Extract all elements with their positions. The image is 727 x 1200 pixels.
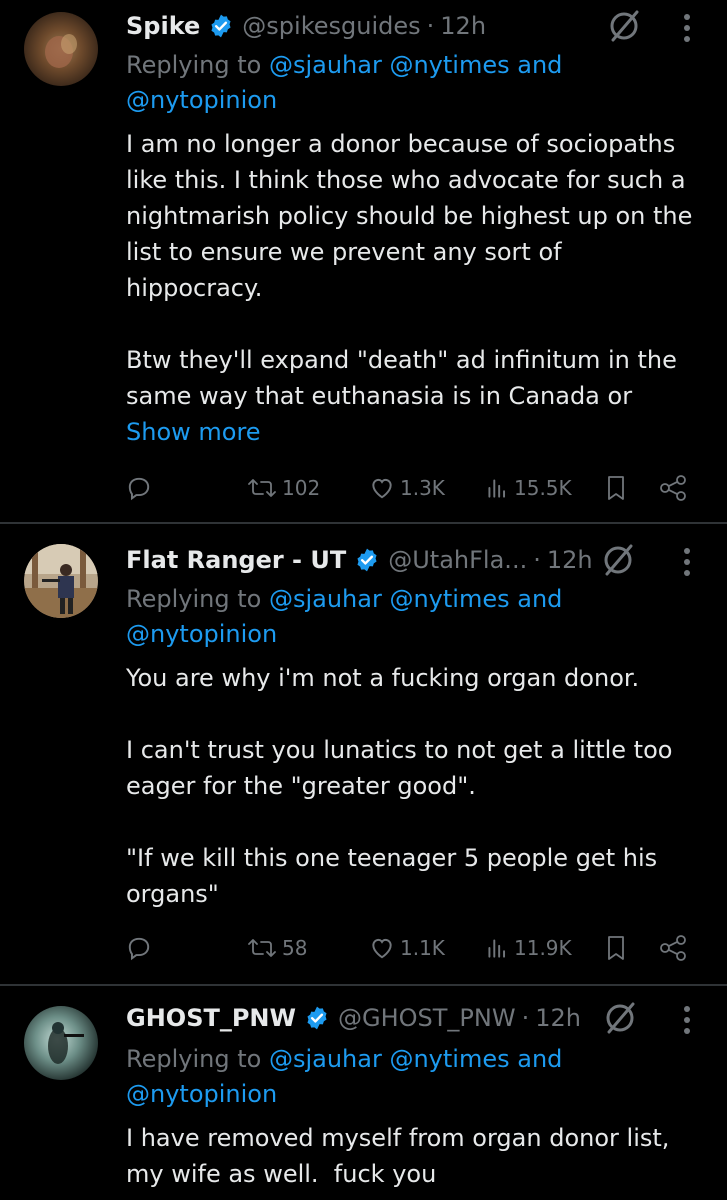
mention-link[interactable]: @nytimes xyxy=(389,51,509,79)
reply-button[interactable] xyxy=(126,468,156,508)
avatar[interactable] xyxy=(24,12,98,86)
like-icon xyxy=(372,478,392,499)
tweet-header: Flat Ranger - UT @UtahFla... · 12h xyxy=(126,542,593,578)
user-handle[interactable]: @GHOST_PNW xyxy=(338,1004,516,1032)
user-handle[interactable]: @UtahFla... xyxy=(388,546,527,574)
more-options-icon[interactable] xyxy=(680,1002,694,1038)
view-count: 15.5K xyxy=(514,476,572,500)
timestamp[interactable]: 12h xyxy=(440,12,486,40)
reply-icon xyxy=(128,477,150,501)
like-button[interactable]: 1.3K xyxy=(368,468,445,508)
retweet-icon xyxy=(248,939,276,957)
verified-badge-icon xyxy=(304,1005,330,1031)
tweet-text: I have removed myself from organ donor l… xyxy=(126,1120,706,1192)
separator-dot: · xyxy=(426,12,435,40)
text-line: I have removed myself from organ donor l… xyxy=(126,1124,670,1152)
mention-link[interactable]: @nytimes xyxy=(389,1045,509,1073)
text-line: list to ensure we prevent any sort of xyxy=(126,238,562,266)
tweet-text: You are why i'm not a fucking organ dono… xyxy=(126,660,706,912)
text-line: I can't trust you lunatics to not get a … xyxy=(126,736,673,764)
reply-icon xyxy=(128,937,150,961)
text-line: hippocracy. xyxy=(126,274,263,302)
timestamp[interactable]: 12h xyxy=(535,1004,581,1032)
mention-link[interactable]: @sjauhar xyxy=(269,51,382,79)
mention-link[interactable]: @nytopinion xyxy=(126,620,277,648)
text-line: my wife as well. fuck you xyxy=(126,1160,437,1188)
and-others-link[interactable]: and xyxy=(517,51,562,79)
text-line: organs" xyxy=(126,880,219,908)
text-line: eager for the "greater good". xyxy=(126,772,476,800)
mention-link[interactable]: @sjauhar xyxy=(269,1045,382,1073)
text-line: You are why i'm not a fucking organ dono… xyxy=(126,664,640,692)
bookmark-button[interactable] xyxy=(604,928,632,968)
mention-link[interactable]: @nytopinion xyxy=(126,1080,277,1108)
action-bar: 58 1.1K 11.9K xyxy=(126,928,696,968)
text-line: Btw they'll expand "death" ad infinitum … xyxy=(126,346,677,374)
tweet-header: GHOST_PNW @GHOST_PNW · 12h xyxy=(126,1000,581,1036)
avatar[interactable] xyxy=(24,1006,98,1080)
grok-icon[interactable] xyxy=(600,998,640,1038)
grok-icon[interactable] xyxy=(598,540,638,580)
replying-prefix: Replying to xyxy=(126,51,262,79)
like-count: 1.1K xyxy=(400,936,445,960)
separator-dot: · xyxy=(521,1004,530,1032)
views-button[interactable]: 15.5K xyxy=(484,468,572,508)
reply-button[interactable] xyxy=(126,928,156,968)
separator-dot: · xyxy=(533,546,541,574)
bookmark-icon xyxy=(608,936,624,960)
action-bar: 102 1.3K 15.5K xyxy=(126,468,696,508)
replying-to: Replying to @sjauhar @nytimes and @nytop… xyxy=(126,582,686,652)
tweet-header: Spike @spikesguides · 12h xyxy=(126,8,486,44)
text-line: like this. I think those who advocate fo… xyxy=(126,166,686,194)
bookmark-icon xyxy=(608,476,624,500)
view-count: 11.9K xyxy=(514,936,572,960)
tweet-3[interactable]: GHOST_PNW @GHOST_PNW · 12h Replying to @… xyxy=(0,986,727,1200)
mention-link[interactable]: @sjauhar xyxy=(269,585,382,613)
display-name[interactable]: GHOST_PNW xyxy=(126,1004,296,1032)
retweet-count: 102 xyxy=(282,476,321,500)
avatar[interactable] xyxy=(24,544,98,618)
timestamp[interactable]: 12h xyxy=(547,546,593,574)
more-options-icon[interactable] xyxy=(680,10,694,46)
views-button[interactable]: 11.9K xyxy=(484,928,572,968)
bookmark-button[interactable] xyxy=(604,468,632,508)
text-line: nightmarish policy should be highest up … xyxy=(126,202,693,230)
more-options-icon[interactable] xyxy=(680,544,694,580)
show-more-link[interactable]: Show more xyxy=(126,418,261,446)
like-count: 1.3K xyxy=(400,476,445,500)
retweet-button[interactable]: 58 xyxy=(246,928,307,968)
share-button[interactable] xyxy=(658,468,692,508)
mention-link[interactable]: @nytopinion xyxy=(126,86,277,114)
and-others-link[interactable]: and xyxy=(517,585,562,613)
views-icon xyxy=(488,479,506,498)
grok-icon[interactable] xyxy=(604,6,644,46)
display-name[interactable]: Flat Ranger - UT xyxy=(126,546,346,574)
like-button[interactable]: 1.1K xyxy=(368,928,445,968)
like-icon xyxy=(372,938,392,959)
retweet-count: 58 xyxy=(282,936,308,960)
share-icon xyxy=(660,475,686,501)
views-icon xyxy=(488,939,506,958)
text-line: same way that euthanasia is in Canada or xyxy=(126,382,633,410)
replying-prefix: Replying to xyxy=(126,1045,262,1073)
display-name[interactable]: Spike xyxy=(126,12,200,40)
share-button[interactable] xyxy=(658,928,692,968)
verified-badge-icon xyxy=(208,13,234,39)
share-icon xyxy=(660,935,686,961)
replying-to: Replying to @sjauhar @nytimes and @nytop… xyxy=(126,1042,686,1112)
retweet-button[interactable]: 102 xyxy=(246,468,320,508)
tweet-1[interactable]: Spike @spikesguides · 12h Replying to @s… xyxy=(0,0,727,520)
verified-badge-icon xyxy=(354,547,380,573)
replying-to: Replying to @sjauhar @nytimes and @nytop… xyxy=(126,48,686,118)
text-line: I am no longer a donor because of sociop… xyxy=(126,130,676,158)
tweet-text: I am no longer a donor because of sociop… xyxy=(126,126,706,450)
replying-prefix: Replying to xyxy=(126,585,262,613)
text-line: "If we kill this one teenager 5 people g… xyxy=(126,844,658,872)
tweet-2[interactable]: Flat Ranger - UT @UtahFla... · 12h Reply… xyxy=(0,524,727,982)
and-others-link[interactable]: and xyxy=(517,1045,562,1073)
retweet-icon xyxy=(248,479,276,497)
user-handle[interactable]: @spikesguides xyxy=(242,12,420,40)
mention-link[interactable]: @nytimes xyxy=(389,585,509,613)
